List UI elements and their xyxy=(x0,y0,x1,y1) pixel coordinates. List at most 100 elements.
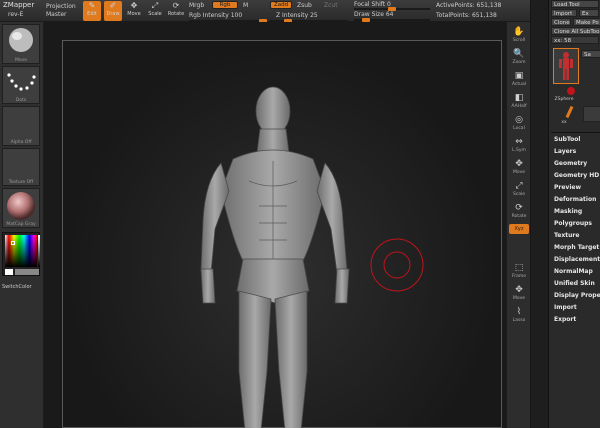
move-icon: ✥ xyxy=(515,159,523,169)
dots-stroke-icon xyxy=(7,73,36,91)
clone-button[interactable]: Clone xyxy=(551,18,571,26)
scale-icon: ⤢ xyxy=(151,1,159,10)
zbrush-window: ZMapper rev-E Projection Master ✎ Edit ✐ D… xyxy=(0,0,600,428)
normalmap-menu[interactable]: NormalMap xyxy=(551,266,600,278)
xyz-button[interactable]: Xyz xyxy=(509,224,529,234)
view-move-button[interactable]: ✥ Move xyxy=(509,158,529,178)
zsphere-icon[interactable] xyxy=(567,87,575,95)
total-points: TotalPoints: 651,138 xyxy=(436,12,497,19)
material-tile[interactable]: MatCap Gray xyxy=(2,188,40,228)
save-tool-button[interactable]: Sa xyxy=(581,50,600,58)
zoom-icon: 🔍 xyxy=(513,49,525,59)
scroll-button[interactable]: ✋ Scroll xyxy=(509,26,529,46)
alpha-tile[interactable]: Alpha Off xyxy=(2,106,40,146)
load-tool-button[interactable]: Load Tool xyxy=(551,0,599,8)
export-tool-button[interactable]: Ex xyxy=(579,9,599,17)
anatomy-figure xyxy=(200,86,350,428)
brush-preview-icon xyxy=(9,28,33,52)
view-rotate-button[interactable]: ⟳ Rotate xyxy=(509,202,529,222)
move-tool[interactable]: ✥ Move xyxy=(125,1,143,21)
current-tool-thumbnail[interactable] xyxy=(553,48,579,84)
local-button[interactable]: ◎ Local xyxy=(509,114,529,134)
switch-color-button[interactable]: SwitchColor xyxy=(2,284,32,290)
master-label[interactable]: Master xyxy=(46,11,67,18)
draw-icon: ✐ xyxy=(109,1,117,10)
lasso-button[interactable]: ⌇ Lasso xyxy=(509,306,529,326)
rotate-tool[interactable]: ⟳ Rotate xyxy=(167,1,185,21)
zcut-button[interactable]: Zcut xyxy=(324,2,338,9)
lasso-icon: ⌇ xyxy=(516,307,522,317)
layers-menu[interactable]: Layers xyxy=(551,146,600,158)
z-intensity-label[interactable]: Z Intensity 25 xyxy=(276,12,318,19)
edit-tool[interactable]: ✎ Edit xyxy=(83,1,101,21)
focal-shift-label[interactable]: Focal Shift 0 xyxy=(354,1,391,8)
zsub-button[interactable]: Zsub xyxy=(297,2,312,9)
color-picker[interactable] xyxy=(2,232,40,276)
active-points: ActivePoints: 651,138 xyxy=(436,2,502,9)
draw-size-label[interactable]: Draw Size 64 xyxy=(354,11,393,18)
palette-divider xyxy=(551,132,600,133)
canvas[interactable] xyxy=(62,40,502,428)
morph-target-menu[interactable]: Morph Target xyxy=(551,242,600,254)
zadd-button[interactable]: Zadd xyxy=(270,1,292,9)
polygroups-menu[interactable]: Polygroups xyxy=(551,218,600,230)
actual-button[interactable]: ▣ Actual xyxy=(509,70,529,90)
tool-scale-slider[interactable]: xx: 58 xyxy=(551,36,599,44)
display-properties-menu[interactable]: Display Properties xyxy=(551,290,600,302)
texture-tile[interactable]: Texture Off xyxy=(2,148,40,186)
hue-strip[interactable] xyxy=(38,235,40,267)
lsym-icon: ⇔ xyxy=(515,137,523,147)
draw-size-slider[interactable] xyxy=(354,18,430,22)
frame-button[interactable]: ⬚ Frame xyxy=(509,262,529,282)
geometry-menu[interactable]: Geometry xyxy=(551,158,600,170)
simple-brush-icon[interactable] xyxy=(565,105,574,119)
deformation-menu[interactable]: Deformation xyxy=(551,194,600,206)
scroll-icon: ✋ xyxy=(513,27,525,37)
draw-tool[interactable]: ✐ Draw xyxy=(104,1,122,21)
texture-menu[interactable]: Texture xyxy=(551,230,600,242)
rgb-button[interactable]: Rgb xyxy=(212,1,238,9)
export-menu[interactable]: Export xyxy=(551,314,600,326)
displacement-menu[interactable]: Displacement xyxy=(551,254,600,266)
mrgb-button[interactable]: Mrgb xyxy=(189,2,204,9)
masking-menu[interactable]: Masking xyxy=(551,206,600,218)
unified-skin-menu[interactable]: Unified Skin xyxy=(551,278,600,290)
m-button[interactable]: M xyxy=(243,2,248,9)
rotate-icon: ⟳ xyxy=(172,1,180,10)
import-menu[interactable]: Import xyxy=(551,302,600,314)
rgb-intensity-label[interactable]: Rgb Intensity 100 xyxy=(189,12,242,19)
move-icon: ✥ xyxy=(515,285,523,295)
poly-move-button[interactable]: ✥ Move xyxy=(509,284,529,304)
rotate-icon: ⟳ xyxy=(515,203,523,213)
app-subtitle: rev-E xyxy=(8,11,24,18)
simple-brush-label: xx xyxy=(561,120,567,125)
lsym-button[interactable]: ⇔ L.Sym xyxy=(509,136,529,156)
extra-tool-thumbnail[interactable] xyxy=(583,106,600,122)
import-button[interactable]: Import xyxy=(551,9,577,17)
view-scale-button[interactable]: ⤢ Scale xyxy=(509,180,529,200)
main-color-swatch[interactable] xyxy=(5,269,13,275)
aahalf-button[interactable]: ◧ AAHalf xyxy=(509,92,529,112)
subtool-menu[interactable]: SubTool xyxy=(551,134,600,146)
clone-all-subtools-button[interactable]: Clone All SubToo xyxy=(551,27,600,35)
stroke-tile[interactable]: Dots xyxy=(2,66,40,104)
tray-strip xyxy=(531,0,549,428)
projection-label[interactable]: Projection xyxy=(46,3,76,10)
local-icon: ◎ xyxy=(515,115,523,125)
scale-icon: ⤢ xyxy=(515,181,523,191)
material-sphere-icon xyxy=(7,192,35,220)
scale-tool[interactable]: ⤢ Scale xyxy=(146,1,164,21)
secondary-color-swatch[interactable] xyxy=(15,269,39,275)
color-gradient[interactable] xyxy=(5,235,37,267)
app-title: ZMapper xyxy=(3,1,35,9)
brush-tile[interactable]: Move xyxy=(2,24,40,64)
aahalf-icon: ◧ xyxy=(514,93,524,103)
color-cursor[interactable] xyxy=(11,241,15,245)
preview-menu[interactable]: Preview xyxy=(551,182,600,194)
actual-icon: ▣ xyxy=(514,71,524,81)
focal-shift-slider[interactable] xyxy=(354,7,430,11)
geometry-hd-menu[interactable]: Geometry HD xyxy=(551,170,600,182)
zoom-button[interactable]: 🔍 Zoom xyxy=(509,48,529,68)
make-polymesh-button[interactable]: Make Po xyxy=(573,18,600,26)
brush-cursor xyxy=(370,238,424,292)
